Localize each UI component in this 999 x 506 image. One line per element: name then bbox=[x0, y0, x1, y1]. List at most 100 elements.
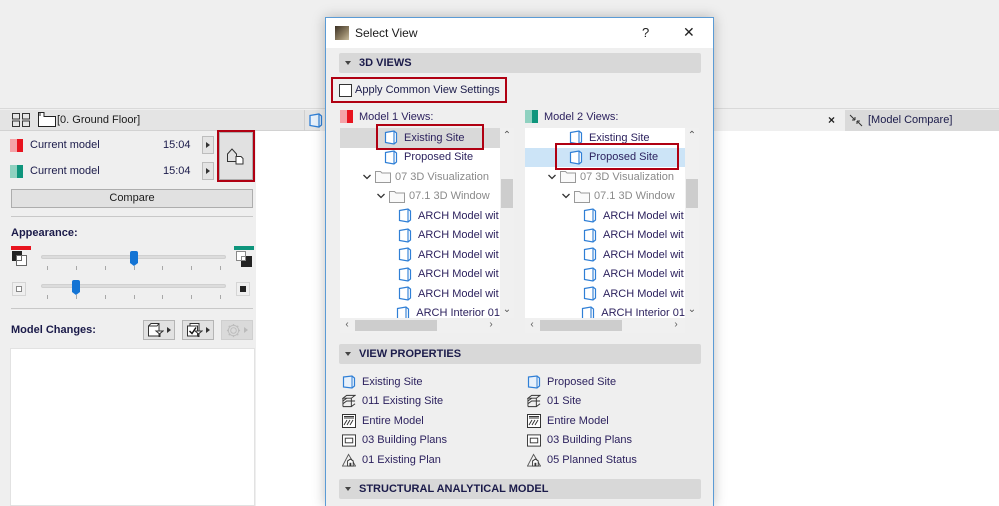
model-2-row: Current model 15:04 bbox=[10, 159, 216, 183]
horizontal-scrollbar[interactable]: ‹ › bbox=[340, 318, 500, 333]
tree-view-item[interactable]: ARCH Interior 01 bbox=[340, 304, 500, 318]
model-1-front-icon bbox=[12, 251, 28, 267]
tree-view-item[interactable]: ARCH Model wit bbox=[525, 245, 685, 265]
slider-tick bbox=[133, 295, 135, 299]
model-2-view-tree[interactable]: Existing Site Proposed Site 07 3D Visualiz… bbox=[525, 128, 699, 333]
3d-window-tab-icon[interactable] bbox=[309, 113, 323, 128]
layers-icon bbox=[342, 394, 356, 408]
tab-model-compare[interactable]: [Model Compare] bbox=[845, 110, 999, 131]
close-tab-button[interactable]: × bbox=[828, 113, 835, 127]
tree-view-item[interactable]: Proposed Site bbox=[525, 147, 685, 167]
scroll-left-icon[interactable]: ‹ bbox=[342, 319, 352, 331]
3d-view-icon bbox=[583, 208, 597, 223]
scrollbar-thumb[interactable] bbox=[540, 320, 622, 331]
tree-view-item[interactable]: ARCH Interior 01 bbox=[525, 304, 685, 318]
view-property-item: Existing Site bbox=[342, 372, 423, 392]
chevron-down-icon[interactable] bbox=[362, 172, 375, 182]
tree-view-item[interactable]: ARCH Model wit bbox=[340, 245, 500, 265]
tree-folder-item[interactable]: 07 3D Visualization bbox=[525, 167, 685, 187]
scrollbar-thumb[interactable] bbox=[501, 179, 513, 208]
compare-button[interactable]: Compare bbox=[11, 189, 253, 208]
model-2-time: 15:04 bbox=[163, 165, 191, 177]
tree-view-item[interactable]: Existing Site bbox=[525, 128, 685, 148]
scrollbar-thumb[interactable] bbox=[686, 179, 698, 208]
view-property-value: 011 Existing Site bbox=[362, 395, 444, 408]
tree-item-label: Proposed Site bbox=[404, 151, 474, 164]
tree-view-item[interactable]: ARCH Model wit bbox=[525, 284, 685, 304]
slider-tick bbox=[75, 266, 77, 270]
model-changes-list[interactable] bbox=[10, 348, 255, 506]
tree-item-label: ARCH Model wit bbox=[418, 248, 499, 261]
close-button[interactable]: ✕ bbox=[683, 24, 695, 41]
min-size-icon bbox=[12, 282, 26, 296]
slider-tick bbox=[162, 266, 164, 270]
help-button[interactable]: ? bbox=[642, 25, 649, 40]
grid-view-icon[interactable] bbox=[12, 113, 30, 127]
tree-view-item[interactable]: ARCH Model wit bbox=[525, 206, 685, 226]
filter-changes-button[interactable] bbox=[143, 320, 175, 340]
tree-viewport[interactable]: Existing Site Proposed Site 07 3D Visualiz… bbox=[525, 128, 685, 318]
model-2-menu-button[interactable] bbox=[202, 162, 214, 180]
dialog-title-bar[interactable]: Select View ? ✕ bbox=[326, 18, 713, 48]
tree-folder-item[interactable]: 07.1 3D Window bbox=[525, 187, 685, 207]
tree-view-item[interactable]: Existing Site bbox=[340, 128, 500, 148]
model-changes-label: Model Changes: bbox=[11, 324, 96, 336]
slider-thumb[interactable] bbox=[129, 251, 138, 266]
model-filter-icon bbox=[342, 413, 356, 428]
3d-view-icon bbox=[569, 130, 583, 145]
chevron-down-icon[interactable] bbox=[547, 172, 560, 182]
tree-view-item[interactable]: ARCH Model wit bbox=[340, 284, 500, 304]
model-1-time: 15:04 bbox=[163, 139, 191, 151]
horizontal-scrollbar[interactable]: ‹ › bbox=[525, 318, 685, 333]
filter-checked-button[interactable] bbox=[182, 320, 214, 340]
tree-folder-item[interactable]: 07 3D Visualization bbox=[340, 167, 500, 187]
tree-viewport[interactable]: Existing Site Proposed Site 07 3D Visualiz… bbox=[340, 128, 500, 318]
vertical-scrollbar[interactable]: ⌃ ⌄ bbox=[685, 128, 699, 318]
appearance-label: Appearance: bbox=[11, 227, 78, 239]
scroll-right-icon[interactable]: › bbox=[671, 319, 681, 331]
select-view-button[interactable] bbox=[217, 130, 255, 182]
section-3d-views-label: 3D VIEWS bbox=[359, 57, 412, 69]
select-view-dialog: Select View ? ✕ 3D VIEWS Apply Common Vi… bbox=[325, 17, 714, 506]
model-1-view-properties: Existing Site 011 Existing Site Entire Mod… bbox=[342, 372, 522, 472]
triangle-down-icon bbox=[345, 61, 351, 65]
section-3d-views[interactable]: 3D VIEWS bbox=[339, 53, 701, 73]
tree-item-label: Proposed Site bbox=[589, 151, 659, 164]
highlight-slider[interactable] bbox=[41, 280, 226, 300]
section-structural-analytical-model[interactable]: STRUCTURAL ANALYTICAL MODEL bbox=[339, 479, 701, 499]
changes-settings-button[interactable] bbox=[221, 320, 253, 340]
scroll-right-icon[interactable]: › bbox=[486, 319, 496, 331]
tree-view-item[interactable]: ARCH Model wit bbox=[340, 265, 500, 285]
model-1-view-tree[interactable]: Existing Site Proposed Site 07 3D Visualiz… bbox=[340, 128, 514, 333]
tree-view-item[interactable]: ARCH Model wit bbox=[340, 206, 500, 226]
scroll-down-icon[interactable]: ⌄ bbox=[500, 304, 514, 316]
model-1-menu-button[interactable] bbox=[202, 136, 214, 154]
model-2-front-icon bbox=[236, 251, 252, 267]
tree-view-item[interactable]: Proposed Site bbox=[340, 148, 500, 168]
scroll-left-icon[interactable]: ‹ bbox=[527, 319, 537, 331]
apply-common-checkbox[interactable] bbox=[339, 83, 352, 97]
tree-folder-item[interactable]: 07.1 3D Window bbox=[340, 187, 500, 207]
pen-set-icon bbox=[527, 433, 541, 447]
tree-view-item[interactable]: ARCH Model wit bbox=[525, 265, 685, 285]
chevron-down-icon[interactable] bbox=[561, 191, 574, 201]
select-view-icon bbox=[227, 148, 244, 165]
tree-view-item[interactable]: ARCH Model wit bbox=[525, 226, 685, 246]
slider-thumb[interactable] bbox=[71, 280, 80, 295]
transparency-slider[interactable] bbox=[41, 251, 226, 271]
scroll-up-icon[interactable]: ⌃ bbox=[500, 130, 514, 142]
vertical-scrollbar[interactable]: ⌃ ⌄ bbox=[500, 128, 514, 318]
scroll-up-icon[interactable]: ⌃ bbox=[685, 130, 699, 142]
section-view-properties[interactable]: VIEW PROPERTIES bbox=[339, 344, 701, 364]
3d-view-icon bbox=[398, 228, 412, 243]
archicad-logo-icon bbox=[335, 26, 349, 40]
scrollbar-thumb[interactable] bbox=[355, 320, 437, 331]
tree-item-label: Existing Site bbox=[589, 131, 650, 144]
view-property-item: Entire Model bbox=[342, 411, 424, 431]
scroll-down-icon[interactable]: ⌄ bbox=[685, 304, 699, 316]
apply-common-view-settings[interactable]: Apply Common View Settings bbox=[331, 77, 507, 103]
chevron-down-icon[interactable] bbox=[376, 191, 389, 201]
tree-view-item[interactable]: ARCH Model wit bbox=[340, 226, 500, 246]
floor-view-label[interactable]: [0. Ground Floor] bbox=[57, 114, 140, 126]
slider-track bbox=[41, 284, 226, 288]
